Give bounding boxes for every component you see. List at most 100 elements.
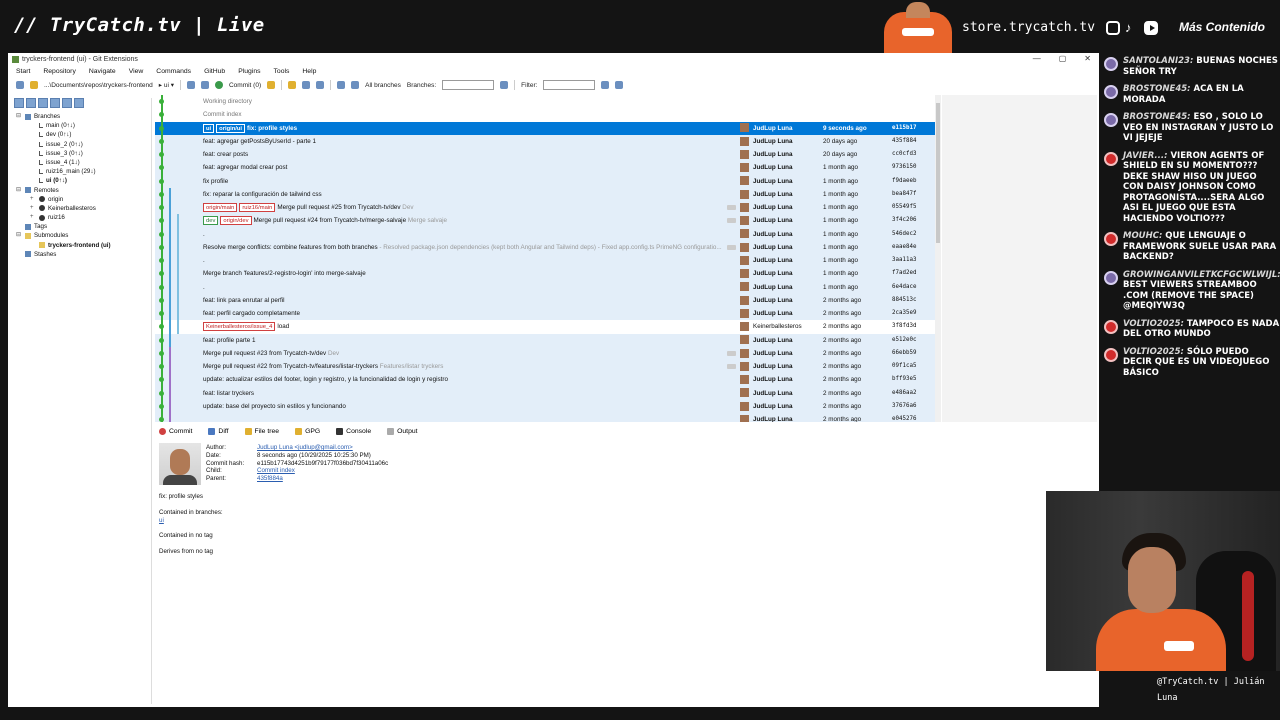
- revision-row[interactable]: . JudLup Luna 1 month ago 6e4dace: [155, 280, 935, 294]
- push-icon[interactable]: [200, 81, 209, 89]
- menu-repository[interactable]: Repository: [43, 68, 76, 75]
- funnel-icon[interactable]: [601, 81, 610, 89]
- revision-row[interactable]: update: actualizar estilos del footer, l…: [155, 373, 935, 387]
- tree-node[interactable]: ⊟ Submodules: [10, 231, 151, 240]
- tree-node[interactable]: tryckers-frontend (ui): [10, 241, 151, 250]
- expand-toggle-icon[interactable]: +: [30, 204, 36, 213]
- parent-link[interactable]: 435f884a: [257, 475, 283, 483]
- tree-node[interactable]: + ruiz16: [10, 213, 151, 222]
- expand-toggle-icon[interactable]: +: [30, 213, 36, 222]
- revision-row[interactable]: feat: agregar getPostsByUserId - parte 1…: [155, 134, 935, 148]
- minimize-button[interactable]: —: [1033, 54, 1041, 63]
- tab-output[interactable]: Output: [387, 428, 418, 435]
- revision-row[interactable]: feat: listar tryckers JudLup Luna 2 months…: [155, 386, 935, 400]
- sort-icon[interactable]: [38, 98, 48, 108]
- revision-row[interactable]: fix: reparar la configuración de tailwin…: [155, 187, 935, 201]
- revision-row[interactable]: feat: perfil cargado completamente JudLup…: [155, 307, 935, 321]
- revision-row[interactable]: . JudLup Luna 1 month ago 546dec2: [155, 227, 935, 241]
- menu-github[interactable]: GitHub: [204, 68, 225, 75]
- revision-row[interactable]: feat: profile parte 1 JudLup Luna 2 months…: [155, 333, 935, 347]
- revision-row[interactable]: feat: link para enrutar al perfil JudLup …: [155, 293, 935, 307]
- revision-row[interactable]: Merge pull request #22 from Trycatch-tv/…: [155, 360, 935, 374]
- menu-tools[interactable]: Tools: [274, 68, 290, 75]
- contained-branch-link[interactable]: ui: [159, 517, 164, 524]
- undo-icon[interactable]: [302, 81, 311, 89]
- stash-icon[interactable]: [267, 81, 276, 89]
- menu-help[interactable]: Help: [302, 68, 316, 75]
- layout-icon[interactable]: [351, 81, 360, 89]
- revision-row[interactable]: Keinerballesteros/issue_4 load Keinerballe…: [155, 320, 935, 334]
- ref-label[interactable]: ui: [203, 123, 215, 133]
- revision-row[interactable]: Working directory: [155, 95, 935, 109]
- repo-path[interactable]: ...\Documents\repos\tryckers-frontend: [44, 82, 153, 89]
- revision-row[interactable]: Merge branch 'features/2-registro-login'…: [155, 267, 935, 281]
- author-link[interactable]: JudLup Luna <judlup@gmail.com>: [257, 444, 353, 452]
- explorer-icon[interactable]: [288, 81, 297, 89]
- expand-toggle-icon[interactable]: ⊟: [16, 112, 22, 121]
- ref-label[interactable]: origin/ui: [216, 123, 246, 133]
- tab-commit[interactable]: Commit: [159, 428, 192, 435]
- tree-node[interactable]: + origin: [10, 195, 151, 204]
- revision-row[interactable]: update: base del proyecto sin estilos y …: [155, 399, 935, 413]
- revision-row[interactable]: fix profile JudLup Luna 1 month ago f9daeeb: [155, 174, 935, 188]
- tree-node[interactable]: ui (0↑↓): [10, 176, 151, 185]
- ref-label[interactable]: Keinerballesteros/issue_4: [203, 322, 276, 332]
- ref-label[interactable]: ruiz16/main: [239, 203, 276, 212]
- revision-row[interactable]: feat: agregar modal crear post JudLup Lun…: [155, 161, 935, 175]
- refresh-icon[interactable]: [16, 81, 24, 89]
- tree-node[interactable]: ruiz16_main (29↓): [10, 167, 151, 176]
- revision-row[interactable]: ui origin/ui fix: profile styles JudLup Lun…: [155, 121, 935, 135]
- tree-node[interactable]: main (0↑↓): [10, 121, 151, 130]
- tree-node[interactable]: Tags: [10, 222, 151, 231]
- revision-row[interactable]: JudLup Luna 2 months ago e045276: [155, 413, 935, 422]
- menu-view[interactable]: View: [129, 68, 144, 75]
- revision-row[interactable]: Merge pull request #23 from Trycatch-tv/…: [155, 346, 935, 360]
- tree-node[interactable]: + Keinerballesteros: [10, 204, 151, 213]
- tab-diff[interactable]: Diff: [208, 428, 229, 435]
- revision-row[interactable]: Resolve merge conflicts: combine feature…: [155, 240, 935, 254]
- grid-scrollbar[interactable]: [935, 95, 941, 422]
- menu-navigate[interactable]: Navigate: [89, 68, 116, 75]
- menu-start[interactable]: Start: [16, 68, 30, 75]
- filter-icon[interactable]: [337, 81, 346, 89]
- close-button[interactable]: ✕: [1084, 54, 1091, 63]
- collapse-all-icon[interactable]: [14, 98, 24, 108]
- tab-gpg[interactable]: GPG: [295, 428, 320, 435]
- revision-row[interactable]: . JudLup Luna 1 month ago 3aa11a3: [155, 254, 935, 268]
- ref-label[interactable]: origin/dev: [220, 216, 252, 226]
- tab-console[interactable]: Console: [336, 428, 371, 435]
- pull-icon[interactable]: [186, 81, 195, 89]
- folder-open-icon[interactable]: [30, 81, 38, 89]
- revision-row[interactable]: dev origin/dev Merge pull request #24 from…: [155, 214, 935, 228]
- menu-commands[interactable]: Commands: [156, 68, 191, 75]
- expand-toggle-icon[interactable]: ⊟: [16, 231, 22, 240]
- tree-node[interactable]: ⊟ Remotes: [10, 186, 151, 195]
- settings-icon[interactable]: [316, 81, 325, 89]
- branch-dropdown[interactable]: ▸ ui ▾: [159, 81, 174, 89]
- expand-all-icon[interactable]: [26, 98, 36, 108]
- all-branches-dropdown[interactable]: All branches: [365, 82, 401, 89]
- tab-file-tree[interactable]: File tree: [244, 428, 279, 435]
- tree-node[interactable]: issue_3 (0↑↓): [10, 149, 151, 158]
- show-tags-icon[interactable]: [62, 98, 72, 108]
- show-remotes-icon[interactable]: [50, 98, 60, 108]
- expand-toggle-icon[interactable]: +: [30, 195, 36, 204]
- revision-row[interactable]: origin/main ruiz16/main Merge pull request…: [155, 201, 935, 215]
- ref-label[interactable]: origin/main: [203, 203, 238, 212]
- tree-node[interactable]: ⊟ Branches: [10, 112, 151, 121]
- branches-filter-input[interactable]: [442, 80, 495, 90]
- tree-node[interactable]: issue_2 (0↑↓): [10, 140, 151, 149]
- revision-row[interactable]: feat: crear posts JudLup Luna 20 days ago c…: [155, 148, 935, 162]
- branch-filter-icon[interactable]: [500, 81, 509, 89]
- expand-toggle-icon[interactable]: ⊟: [16, 186, 22, 195]
- arrow-down-icon[interactable]: [615, 81, 624, 89]
- tree-node[interactable]: Stashes: [10, 250, 151, 259]
- tree-node[interactable]: dev (0↑↓): [10, 130, 151, 139]
- show-stashes-icon[interactable]: [74, 98, 84, 108]
- filter-input[interactable]: [543, 80, 596, 90]
- revision-row[interactable]: Commit index: [155, 108, 935, 122]
- ref-label[interactable]: dev: [203, 216, 219, 226]
- child-link[interactable]: Commit index: [257, 467, 295, 475]
- maximize-button[interactable]: ▢: [1059, 54, 1067, 63]
- tree-node[interactable]: issue_4 (1↓): [10, 158, 151, 167]
